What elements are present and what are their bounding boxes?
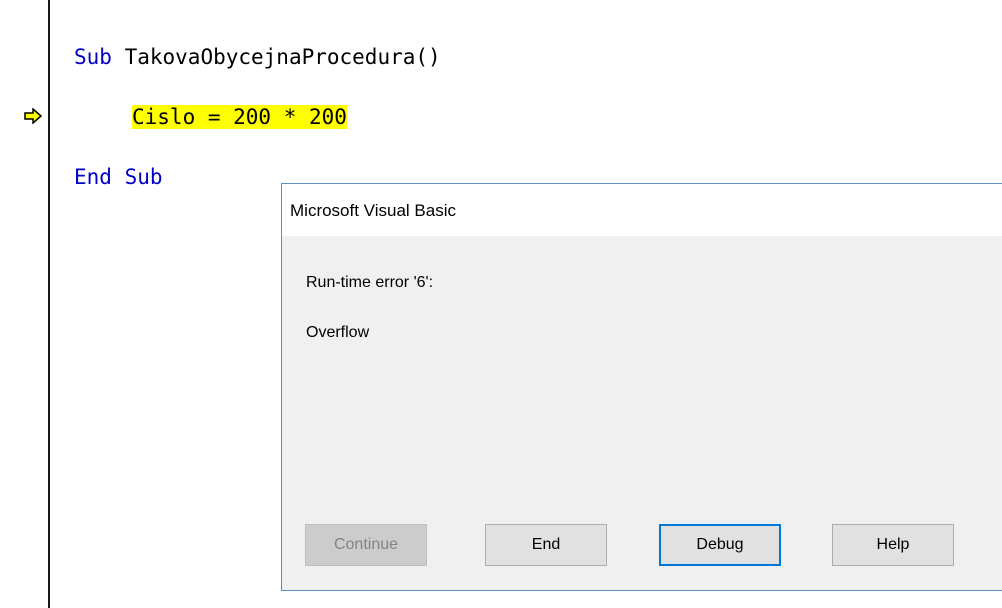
help-button[interactable]: Help <box>832 524 954 566</box>
error-code-text: Run-time error '6': <box>306 274 434 291</box>
debug-button[interactable]: Debug <box>659 524 781 566</box>
code-line-sub[interactable]: Sub TakovaObycejnaProcedura() <box>74 43 441 71</box>
dialog-titlebar[interactable]: Microsoft Visual Basic <box>282 184 1002 236</box>
editor-margin <box>0 0 48 608</box>
procedure-name: TakovaObycejnaProcedura() <box>111 45 441 69</box>
yellow-arrow-icon <box>24 108 42 124</box>
keyword-sub: Sub <box>74 45 112 69</box>
code-line-end-sub[interactable]: End Sub <box>74 163 163 191</box>
end-button[interactable]: End <box>485 524 607 566</box>
code-line-current[interactable]: Cislo = 200 * 200 <box>132 103 347 131</box>
error-dialog: Microsoft Visual Basic Run-time error '6… <box>281 183 1002 591</box>
dialog-title: Microsoft Visual Basic <box>290 201 456 220</box>
margin-divider <box>48 0 50 608</box>
error-message-text: Overflow <box>306 324 370 341</box>
continue-button: Continue <box>305 524 427 566</box>
current-statement: Cislo = 200 * 200 <box>132 105 347 129</box>
